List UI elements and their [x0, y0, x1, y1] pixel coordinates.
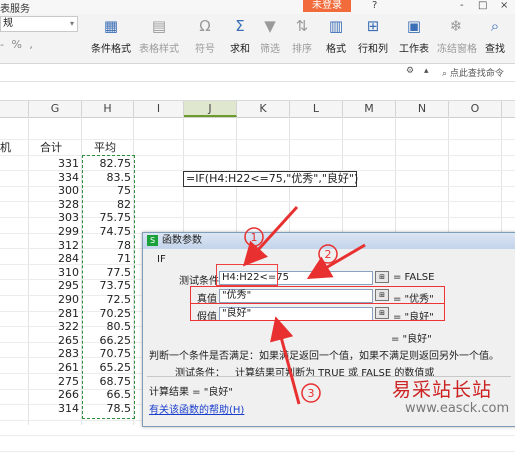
annotation-marker-3: 3 [308, 387, 315, 400]
watermark-url: www.easck.com [405, 401, 510, 416]
annotation-overlay: 1 2 3 [242, 205, 366, 405]
watermark-text: 易采站长站 [392, 379, 493, 401]
annotation-marker-1: 1 [251, 231, 258, 244]
annotation-arrow-3 [270, 316, 301, 405]
grid-line [0, 435, 515, 437]
annotation-marker-2: 2 [325, 248, 332, 261]
